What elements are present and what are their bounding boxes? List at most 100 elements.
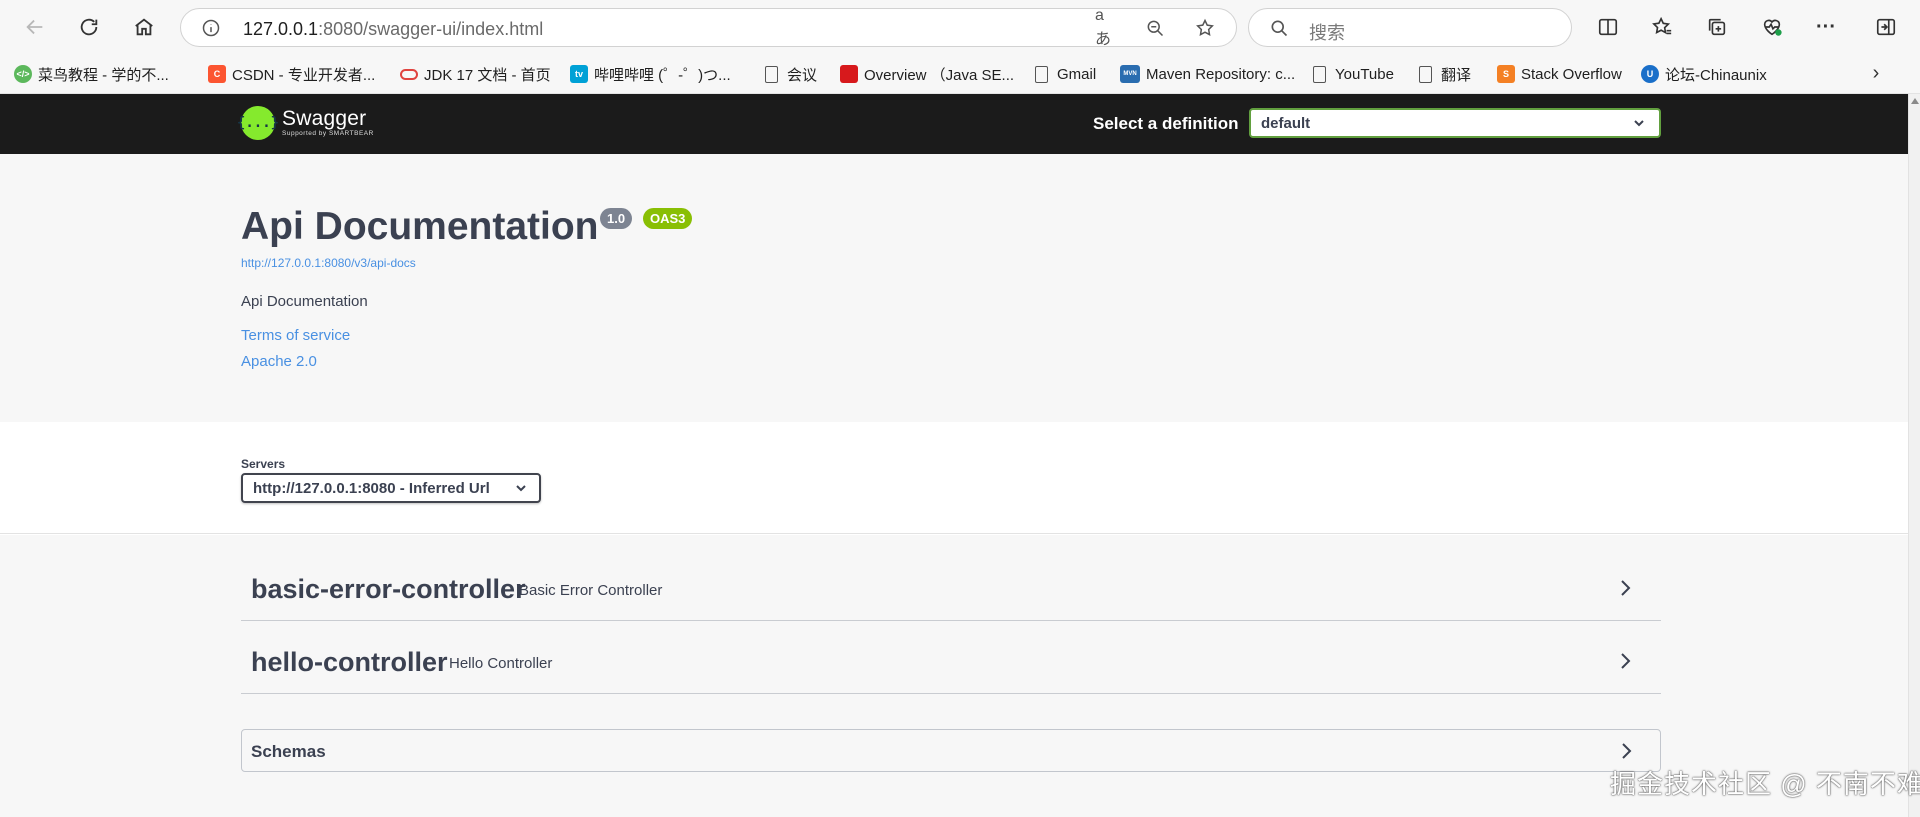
bookmark-item[interactable]: 会议 (765, 62, 817, 86)
schemas-section[interactable]: Schemas (241, 729, 1661, 772)
page-icon (765, 65, 778, 83)
zoom-icon[interactable] (1144, 17, 1166, 39)
info-icon[interactable] (201, 18, 221, 38)
address-path: :8080/swagger-ui/index.html (318, 19, 544, 39)
home-icon (135, 18, 153, 36)
bookmark-label: Stack Overflow (1521, 65, 1622, 83)
page-title: Api Documentation (241, 205, 599, 248)
bookmark-item[interactable]: S Stack Overflow (1497, 62, 1622, 86)
bookmark-label: Overview （Java SE... (864, 66, 1015, 84)
version-badge: 1.0 (600, 208, 633, 229)
swagger-logo-icon: {...} (237, 106, 279, 140)
read-aloud-icon[interactable]: aあ (1095, 7, 1117, 48)
api-description: Api Documentation (241, 293, 368, 310)
page-scrollbar[interactable] (1908, 94, 1920, 817)
schemas-label: Schemas (251, 742, 326, 761)
bookmark-item[interactable]: JDK 17 文档 - 首页 (400, 62, 551, 86)
bookmark-item[interactable]: U 论坛-Chinaunix (1641, 62, 1767, 86)
oracle-red-icon (840, 65, 858, 83)
bookmark-label: Maven Repository: c... (1146, 65, 1296, 83)
bilibili-icon: tv (570, 65, 588, 83)
more-dots-icon: ··· (1816, 15, 1836, 38)
page-icon (1313, 65, 1326, 83)
bookmark-label: Gmail (1057, 65, 1097, 83)
bookmark-item[interactable]: tv 哔哩哔哩 (゜-゜)つ... (570, 62, 731, 86)
page-icon (1419, 65, 1432, 83)
back-button[interactable] (19, 11, 51, 43)
bookmark-item[interactable]: Gmail (1035, 62, 1096, 86)
browser-toolbar: 127.0.0.1:8080/swagger-ui/index.html aあ … (0, 0, 1920, 54)
servers-select[interactable]: http://127.0.0.1:8080 - Inferred Url (241, 473, 541, 503)
split-screen-icon (1598, 18, 1618, 36)
csdn-icon: C (208, 65, 226, 83)
definition-select[interactable]: default (1249, 108, 1661, 138)
bookmark-label: 菜鸟教程 - 学的不... (38, 66, 169, 84)
server-selected-value: http://127.0.0.1:8080 - Inferred Url (253, 480, 490, 497)
favorite-star-icon[interactable] (1194, 17, 1216, 39)
info-section (0, 154, 1908, 422)
reload-button[interactable] (73, 11, 105, 43)
chevron-right-icon (1621, 653, 1631, 669)
bookmark-label: 会议 (787, 66, 818, 84)
tag-hello-controller[interactable]: hello-controller Hello Controller (241, 621, 1661, 694)
api-docs-link[interactable]: http://127.0.0.1:8080/v3/api-docs (241, 256, 416, 270)
definition-selected-value: default (1261, 115, 1311, 132)
split-screen-button[interactable] (1595, 14, 1621, 40)
chevron-down-icon (516, 485, 526, 492)
bookmark-label: 翻译 (1441, 66, 1472, 84)
definition-label: Select a definition (1093, 114, 1239, 133)
tag-name: hello-controller (251, 647, 448, 677)
tag-description: Basic Error Controller (519, 582, 663, 599)
bookmark-item[interactable]: 翻译 (1419, 62, 1471, 86)
bookmark-item[interactable]: YouTube (1313, 62, 1394, 86)
oas-badge: OAS3 (643, 208, 693, 229)
bookmark-label: JDK 17 文档 - 首页 (424, 66, 551, 84)
bookmark-item[interactable]: </> 菜鸟教程 - 学的不... (14, 62, 169, 86)
arrow-left-icon (26, 19, 43, 35)
reload-icon (80, 18, 98, 36)
tag-name: basic-error-controller (251, 574, 526, 604)
bookmark-label: YouTube (1335, 65, 1394, 83)
bookmarks-more-chevron-icon[interactable]: › (1866, 60, 1886, 86)
tag-description: Hello Controller (449, 655, 553, 672)
bookmark-item[interactable]: Overview （Java SE... (840, 62, 1014, 86)
bookmark-item[interactable]: MVN Maven Repository: c... (1120, 62, 1295, 86)
sidebar-exit-icon (1876, 18, 1896, 36)
sidebar-toggle-button[interactable] (1873, 14, 1899, 40)
bookmark-label: 哔哩哔哩 (゜-゜)つ... (594, 66, 731, 84)
bookmark-item[interactable]: C CSDN - 专业开发者... (208, 62, 375, 86)
tag-basic-error-controller[interactable]: basic-error-controller Basic Error Contr… (241, 548, 1661, 621)
scroll-up-arrow-icon[interactable] (1911, 98, 1919, 104)
oracle-icon (400, 68, 418, 80)
favorites-button[interactable] (1649, 14, 1675, 40)
swagger-logo-subtext: Supported by SMARTBEAR (282, 130, 374, 137)
collections-icon (1708, 18, 1726, 36)
browser-search-box[interactable]: 搜索 (1248, 8, 1572, 47)
heart-pulse-icon (1763, 19, 1782, 36)
swagger-logo[interactable]: {...} Swagger Supported by SMARTBEAR (237, 103, 374, 143)
bookmark-label: 论坛-Chinaunix (1665, 66, 1767, 84)
watermark: 掘金技术社区 @ 不南不难 (1610, 769, 1920, 799)
servers-label: Servers (241, 457, 286, 471)
swagger-topbar: {...} Swagger Supported by SMARTBEAR Sel… (0, 94, 1908, 154)
settings-more-button[interactable]: ··· (1813, 14, 1839, 40)
license-link[interactable]: Apache 2.0 (241, 353, 317, 370)
address-bar[interactable]: 127.0.0.1:8080/swagger-ui/index.html aあ (180, 7, 1237, 48)
chevron-right-icon (1622, 743, 1632, 759)
page-icon (1035, 65, 1048, 83)
bookmark-label: CSDN - 专业开发者... (232, 66, 376, 84)
address-host: 127.0.0.1 (243, 19, 319, 39)
stackoverflow-icon: S (1497, 65, 1515, 83)
collections-button[interactable] (1704, 14, 1730, 40)
chevron-down-icon (1634, 120, 1644, 127)
home-button[interactable] (128, 11, 160, 43)
swagger-logo-text: Swagger (282, 107, 367, 130)
bookmarks-bar: </> 菜鸟教程 - 学的不... C CSDN - 专业开发者... JDK 17 文… (0, 54, 1920, 94)
terms-of-service-link[interactable]: Terms of service (241, 327, 350, 344)
search-icon (1271, 20, 1288, 37)
mvn-icon: MVN (1120, 65, 1140, 83)
runoob-icon: </> (14, 65, 32, 83)
address-url[interactable]: 127.0.0.1:8080/swagger-ui/index.html (243, 19, 543, 40)
search-placeholder: 搜索 (1309, 23, 1345, 43)
browser-essentials-button[interactable] (1759, 14, 1785, 40)
